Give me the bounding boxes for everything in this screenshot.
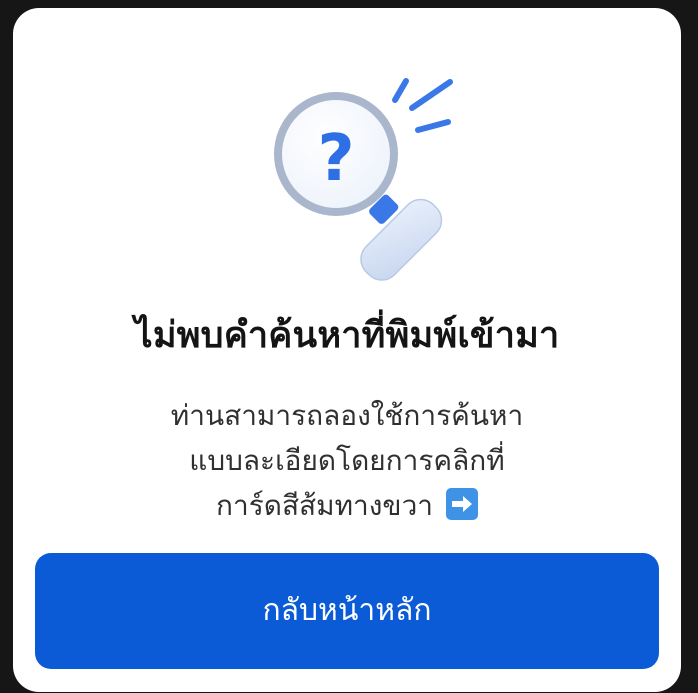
message-line: การ์ดสีส้มทางขวา: [73, 483, 621, 528]
back-to-home-button[interactable]: กลับหน้าหลัก: [35, 553, 659, 669]
message-line-text: การ์ดสีส้มทางขวา: [216, 489, 434, 522]
right-arrow-icon: [445, 488, 478, 520]
message-line: แบบละเอียดโดยการคลิกที่: [189, 444, 505, 477]
message-line: ท่านสามารถลองใช้การค้นหา: [170, 399, 524, 432]
svg-text:?: ?: [317, 122, 354, 196]
empty-state-message: ท่านสามารถลองใช้การค้นหา แบบละเอียดโดยกา…: [73, 393, 621, 528]
empty-state-title: ไม่พบคำค้นหาที่พิมพ์เข้ามา: [134, 315, 560, 356]
magnifier-question-icon: ?: [258, 68, 468, 290]
empty-search-card: ? ไม่พบคำค้นหาที่พิมพ์เข้ามา ท่านสามารถล…: [13, 8, 681, 692]
